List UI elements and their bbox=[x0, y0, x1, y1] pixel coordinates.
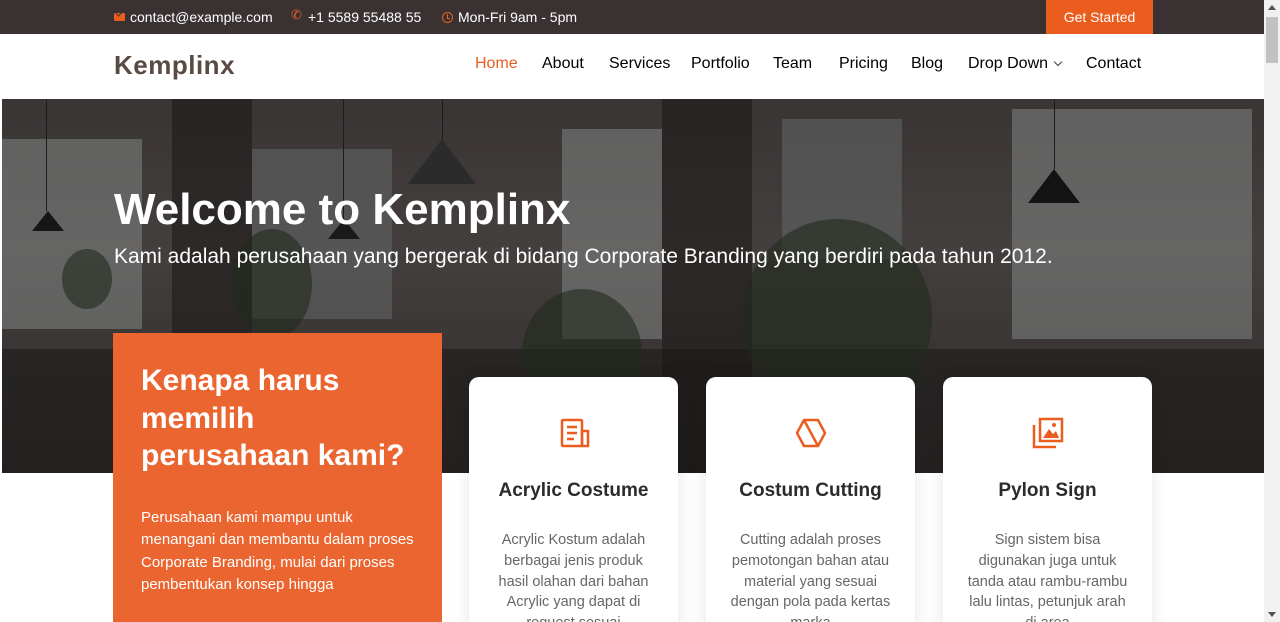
card-text: Acrylic Kostum adalah berbagai jenis pro… bbox=[498, 532, 649, 622]
email-contact[interactable]: contact@example.com bbox=[114, 0, 273, 34]
site-logo[interactable]: Kemplinx bbox=[114, 50, 235, 81]
cube-icon bbox=[795, 418, 826, 448]
card-title: Acrylic Costume bbox=[498, 480, 649, 501]
card-text: Cutting adalah proses pemotongan bahan a… bbox=[730, 532, 891, 622]
scrollbar[interactable] bbox=[1264, 0, 1280, 622]
nav-contact[interactable]: Contact bbox=[1086, 55, 1141, 73]
service-card-cutting[interactable]: Costum Cutting Cutting adalah proses pem… bbox=[706, 377, 915, 622]
clock-icon bbox=[442, 11, 453, 23]
card-title: Costum Cutting bbox=[739, 480, 882, 501]
nav-dropdown[interactable]: Drop Down bbox=[968, 55, 1063, 73]
why-us-title: Kenapa harus memilih perusahaan kami? bbox=[141, 364, 405, 472]
why-us-text: Perusahaan kami mampu untuk menangani da… bbox=[141, 508, 414, 594]
nav-blog[interactable]: Blog bbox=[911, 55, 943, 73]
hours-text: Mon-Fri 9am - 5pm bbox=[458, 9, 578, 25]
images-icon bbox=[1032, 417, 1063, 449]
nav-home[interactable]: Home bbox=[475, 55, 518, 73]
top-bar: contact@example.com +1 5589 55488 55 Mon… bbox=[0, 0, 1264, 34]
nav-team[interactable]: Team bbox=[773, 55, 812, 73]
chevron-down-icon bbox=[1053, 57, 1063, 67]
card-text: Sign sistem bisa digunakan juga untuk ta… bbox=[967, 532, 1128, 622]
service-card-acrylic[interactable]: Acrylic Costume Acrylic Kostum adalah be… bbox=[469, 377, 678, 622]
nav-services[interactable]: Services bbox=[609, 55, 670, 73]
nav-pricing[interactable]: Pricing bbox=[839, 55, 888, 73]
nav-dropdown-label: Drop Down bbox=[968, 55, 1049, 72]
scroll-up-arrow-icon[interactable] bbox=[1268, 5, 1276, 10]
hero-title: Welcome to Kemplinx bbox=[114, 185, 571, 234]
get-started-button[interactable]: Get Started bbox=[1046, 0, 1153, 34]
email-text[interactable]: contact@example.com bbox=[130, 9, 273, 25]
nav-portfolio[interactable]: Portfolio bbox=[691, 55, 750, 73]
service-card-pylon[interactable]: Pylon Sign Sign sistem bisa digunakan ju… bbox=[943, 377, 1152, 622]
scroll-down-arrow-icon[interactable] bbox=[1268, 612, 1276, 617]
phone-icon bbox=[291, 8, 303, 23]
why-us-box: Kenapa harus memilih perusahaan kami? Pe… bbox=[113, 333, 442, 622]
phone-contact: +1 5589 55488 55 bbox=[291, 0, 422, 34]
receipt-icon bbox=[560, 418, 589, 448]
nav-about[interactable]: About bbox=[542, 55, 584, 73]
header: Kemplinx Home About Services Portfolio T… bbox=[2, 34, 1264, 99]
card-title: Pylon Sign bbox=[998, 480, 1097, 501]
phone-text: +1 5589 55488 55 bbox=[308, 9, 422, 25]
scroll-thumb[interactable] bbox=[1266, 17, 1278, 63]
hours-contact: Mon-Fri 9am - 5pm bbox=[442, 0, 577, 34]
envelope-icon bbox=[114, 13, 125, 21]
hero-subtitle: Kami adalah perusahaan yang bergerak di … bbox=[114, 245, 1053, 268]
